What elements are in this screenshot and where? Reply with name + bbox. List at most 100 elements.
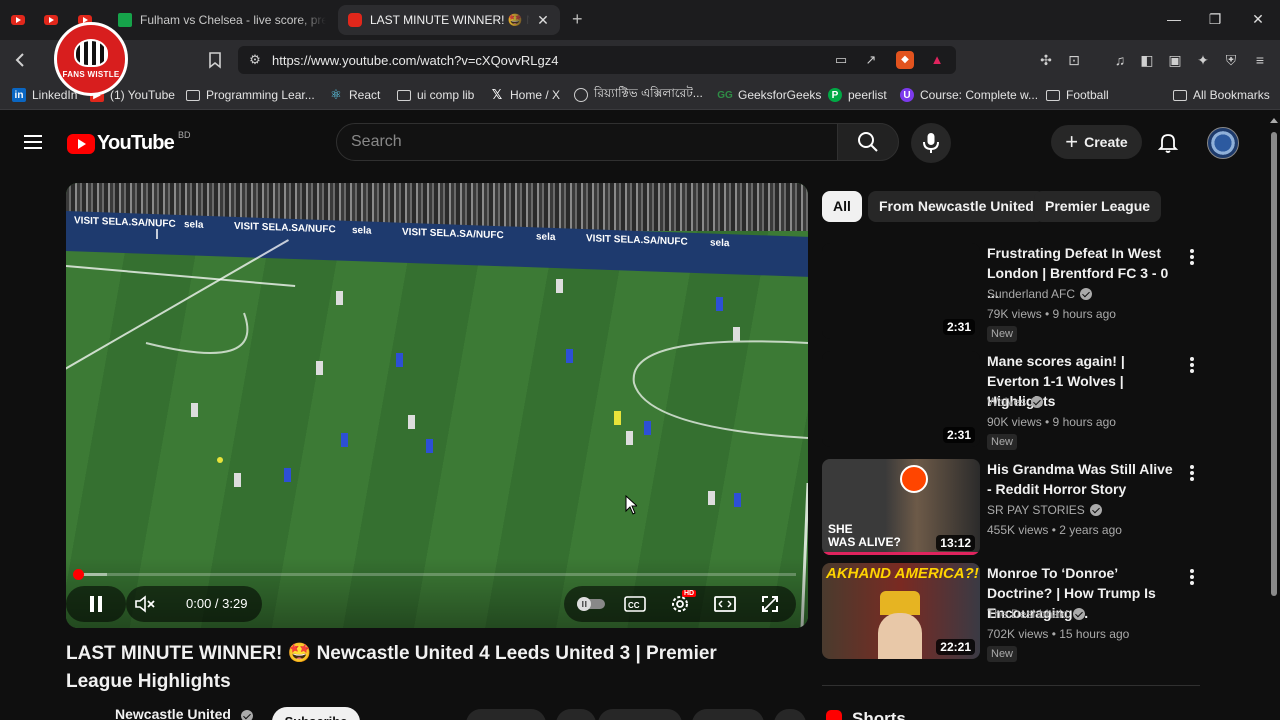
bookmark-course[interactable]: U Course: Complete w... [900,86,1038,104]
search-input[interactable] [351,133,821,151]
leo-ai-icon[interactable]: ✦ [1193,50,1213,70]
youtube-logo[interactable]: YouTube BD [67,130,191,155]
bookmark-peerlist[interactable]: Ppeerlist [828,86,887,104]
sidebar-icon[interactable]: ◧ [1137,50,1157,70]
theater-mode-icon [714,596,736,612]
new-badge: New [987,326,1018,342]
progress-bar[interactable] [73,569,796,580]
channel-name[interactable]: Newcastle United [115,706,231,720]
site-icon [574,88,588,102]
wallet-icon[interactable]: ▣ [1165,50,1185,70]
close-window-icon[interactable]: ✕ [1250,10,1266,28]
recommendation-stats: 90K views • 9 hours ago [987,415,1116,429]
vpn-icon[interactable]: ⛨ [1221,50,1241,70]
recommendation-item[interactable]: 2:31 Frustrating Defeat In West London |… [822,243,1202,343]
more-options-icon[interactable] [1186,355,1198,375]
pinned-tab-youtube-2[interactable] [40,9,62,31]
site-settings-icon[interactable]: ⚙ [246,51,264,69]
notifications-bell-icon[interactable] [1156,130,1180,154]
share-icon[interactable]: ↗ [862,51,880,69]
svg-text:CC: CC [628,601,640,610]
scrollbar-thumb[interactable] [1271,132,1277,596]
video-thumbnail[interactable]: AKHAND AMERICA?! 22:21 [822,563,980,659]
bookmark-programming[interactable]: Programming Lear... [186,86,315,104]
tab-fulham-chelsea[interactable]: Fulham vs Chelsea - live score, predic [108,5,336,35]
chip-premier-league[interactable]: Premier League [1034,191,1162,222]
pinned-tab-youtube-1[interactable] [7,9,29,31]
back-button[interactable] [11,50,31,70]
recommendation-item[interactable]: AKHAND AMERICA?! 22:21 Monroe To ‘Donroe… [822,563,1202,663]
settings-button[interactable]: HD [668,590,697,616]
video-player[interactable]: VISIT SELA.SA/NUFC sela VISIT SELA.SA/NU… [66,183,808,628]
recommendation-title[interactable]: His Grandma Was Still Alive - Reddit Hor… [987,459,1177,499]
account-avatar[interactable] [1207,127,1239,159]
watermark-text: FANS WISTLE [62,70,120,79]
bookmark-geeksforgeeks[interactable]: GG GeeksforGeeks [717,86,821,104]
bookmark-label: Home / X [510,88,561,102]
bookmark-bengali-site[interactable]: রিয়্যাক্টিভ এক্সিলারেট... [574,86,703,104]
screen: Fulham vs Chelsea - live score, predic L… [0,0,1280,720]
recommendation-item[interactable]: 2:31 Mane scores again! | Everton 1-1 Wo… [822,351,1202,451]
install-app-icon[interactable]: ▭ [832,51,850,69]
new-badge: New [987,434,1018,450]
create-button[interactable]: + Create [1051,125,1142,159]
scrubber-dot[interactable] [73,569,84,580]
video-thumbnail[interactable]: 2:31 [822,243,980,339]
time-display: 0:00 / 3:29 [186,596,248,611]
chip-from-newcastle-united[interactable]: From Newcastle United [868,191,1045,222]
video-title: LAST MINUTE WINNER! 🤩 Newcastle United 4… [66,643,717,692]
bookmark-football[interactable]: Football [1046,86,1109,104]
media-icon[interactable]: ♫ [1110,50,1130,70]
tab-youtube-video[interactable]: LAST MINUTE WINNER! 🤩 Newcastle ✕ [338,5,560,35]
bookmark-x[interactable]: 𝕏 Home / X [490,86,560,104]
menu-icon[interactable]: ≡ [1250,50,1270,70]
address-bar[interactable]: ⚙ https://www.youtube.com/watch?v=cXQovv… [238,46,956,74]
scroll-up-arrow-icon[interactable] [1270,118,1278,123]
tab-search-icon[interactable]: ⊡ [1064,50,1084,70]
search-button[interactable] [837,123,899,161]
portrait [878,613,922,659]
voice-search-button[interactable] [911,123,951,163]
url-text: https://www.youtube.com/watch?v=cXQovvRL… [272,53,559,68]
brave-shields-icon[interactable]: ◆ [896,51,914,69]
shorts-icon [826,710,842,720]
autoplay-toggle[interactable] [576,592,606,616]
all-bookmarks[interactable]: All Bookmarks [1173,86,1270,104]
more-options-icon[interactable] [1186,247,1198,267]
captions-button[interactable]: CC [623,592,647,616]
subscribe-button[interactable]: Subscribe [272,707,360,720]
extensions-icon[interactable]: ✣ [1036,50,1056,70]
folder-icon [1046,89,1060,101]
share-button[interactable] [598,709,682,720]
new-tab-button[interactable]: + [572,9,590,31]
peerlist-icon: P [828,88,842,102]
theater-mode-button[interactable] [713,592,737,616]
maximize-icon[interactable]: ❐ [1207,10,1223,28]
more-options-icon[interactable] [1186,463,1198,483]
like-dislike-button[interactable] [466,709,546,720]
bookmark-linkedin[interactable]: in LinkedIn [12,86,77,104]
pause-icon [90,596,102,612]
minimize-icon[interactable]: — [1166,10,1182,28]
page-scrollbar[interactable] [1268,110,1280,720]
bookmark-page-button[interactable] [205,50,225,70]
brave-rewards-icon[interactable]: ▲ [928,51,946,69]
pause-button[interactable] [84,592,108,616]
bookmark-react[interactable]: ⚛ React [329,86,380,104]
bookmark-ui-comp-lib[interactable]: ui comp lib [397,86,474,104]
channel-label: Sunderland AFC [987,287,1076,301]
mute-button[interactable] [133,592,157,616]
close-tab-icon[interactable]: ✕ [536,12,550,29]
tab-title: LAST MINUTE WINNER! 🤩 Newcastle [370,13,530,27]
save-button[interactable] [692,709,764,720]
video-thumbnail[interactable]: 2:31 [822,351,980,447]
dislike-button[interactable] [556,709,596,720]
fullscreen-button[interactable] [758,592,782,616]
chevron-left-icon [15,53,24,67]
more-options-icon[interactable] [1186,567,1198,587]
video-thumbnail[interactable]: SHE WAS ALIVE? 13:12 [822,459,980,555]
more-actions-button[interactable] [774,709,806,720]
recommendation-item[interactable]: SHE WAS ALIVE? 13:12 His Grandma Was Sti… [822,459,1202,559]
guide-menu-icon[interactable] [24,135,42,149]
chip-all[interactable]: All [822,191,862,222]
